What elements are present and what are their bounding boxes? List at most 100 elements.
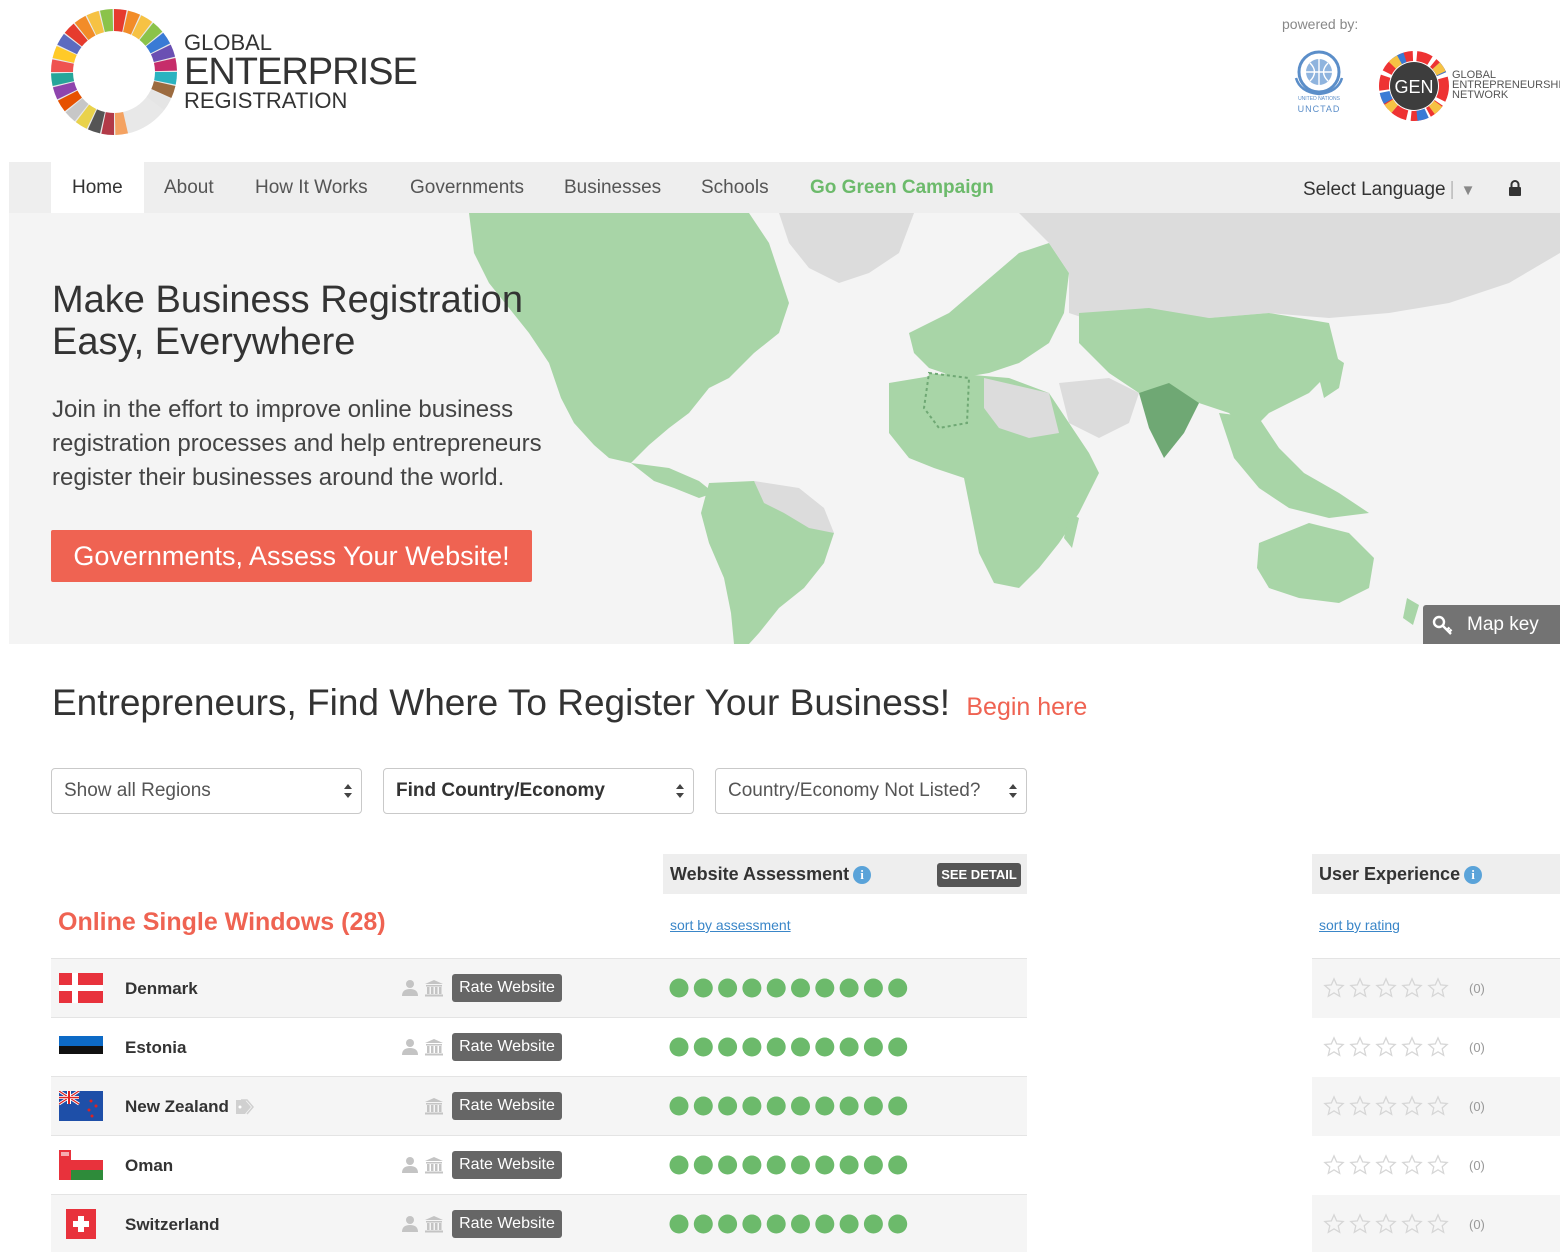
- assess-website-button[interactable]: Governments, Assess Your Website!: [51, 530, 532, 582]
- info-icon[interactable]: i: [853, 866, 872, 884]
- star-icon[interactable]: [1349, 977, 1371, 999]
- nav-how-it-works[interactable]: How It Works: [234, 162, 389, 213]
- star-icon[interactable]: [1349, 1095, 1371, 1117]
- site-logo[interactable]: GLOBAL ENTERPRISE REGISTRATION: [50, 8, 418, 138]
- rating-count: (0): [1469, 1158, 1485, 1173]
- begin-here-link[interactable]: Begin here: [966, 693, 1087, 721]
- assessment-dot: [815, 1214, 835, 1234]
- assessment-dot: [791, 978, 810, 998]
- assessment-dot: [791, 1155, 810, 1175]
- assessment-dot: [766, 1155, 786, 1175]
- star-icon[interactable]: [1401, 977, 1423, 999]
- map-key-button[interactable]: Map key: [1423, 605, 1560, 644]
- nav-governments[interactable]: Governments: [389, 162, 545, 213]
- star-icon[interactable]: [1349, 1213, 1371, 1235]
- star-icon[interactable]: [1375, 1213, 1397, 1235]
- nav-businesses[interactable]: Businesses: [543, 162, 682, 213]
- map-australia[interactable]: [1257, 523, 1374, 603]
- star-icon[interactable]: [1349, 1036, 1371, 1058]
- map-greenland[interactable]: [779, 213, 914, 283]
- logo-ring-segment: [51, 72, 75, 87]
- star-icon[interactable]: [1427, 1213, 1449, 1235]
- logo-ring-segment: [150, 44, 176, 63]
- assessment-dot: [888, 1037, 908, 1057]
- logo-ring-segment: [122, 10, 141, 35]
- assessment-dot: [815, 1037, 835, 1057]
- gen-logo[interactable]: GEN GLOBAL ENTREPRENEURSHIP NETWORK: [1378, 50, 1560, 122]
- unctad-logo[interactable]: UNITED NATIONS UNCTAD: [1286, 48, 1352, 128]
- country-select-value: Find Country/Economy: [396, 780, 605, 801]
- region-select[interactable]: Show all Regions: [51, 768, 362, 814]
- map-southeast-asia[interactable]: [1219, 413, 1369, 518]
- star-icon[interactable]: [1375, 1154, 1397, 1176]
- star-icon[interactable]: [1323, 1213, 1345, 1235]
- star-icon[interactable]: [1323, 1036, 1345, 1058]
- nav-about[interactable]: About: [143, 162, 235, 213]
- language-select[interactable]: Select Language | ▼: [1303, 162, 1475, 213]
- star-rating[interactable]: [1323, 1154, 1453, 1181]
- star-icon[interactable]: [1427, 1036, 1449, 1058]
- country-name[interactable]: Estonia: [125, 1018, 186, 1077]
- hero-title: Make Business Registration Easy, Everywh…: [52, 279, 612, 363]
- rate-website-button[interactable]: Rate Website: [452, 974, 562, 1002]
- star-icon[interactable]: [1401, 1154, 1423, 1176]
- assessment-dot: [815, 1155, 835, 1175]
- nav-schools[interactable]: Schools: [680, 162, 790, 213]
- rate-website-button[interactable]: Rate Website: [452, 1092, 562, 1120]
- star-icon[interactable]: [1401, 1213, 1423, 1235]
- star-rating[interactable]: [1323, 977, 1453, 1004]
- lock-icon[interactable]: [1505, 178, 1525, 198]
- country-name[interactable]: Denmark: [125, 959, 198, 1018]
- see-detail-button[interactable]: SEE DETAIL: [937, 863, 1021, 887]
- country-name[interactable]: Oman: [125, 1136, 173, 1195]
- info-icon[interactable]: i: [1464, 866, 1483, 884]
- flag-icon: [59, 1036, 103, 1060]
- star-icon[interactable]: [1427, 1154, 1449, 1176]
- main-nav: Home About How It Works Governments Busi…: [9, 162, 1560, 213]
- nav-home[interactable]: Home: [51, 162, 144, 213]
- star-icon[interactable]: [1375, 977, 1397, 999]
- country-name[interactable]: New Zealand: [125, 1077, 229, 1136]
- star-icon[interactable]: [1323, 977, 1345, 999]
- rate-website-button[interactable]: Rate Website: [452, 1151, 562, 1179]
- star-icon[interactable]: [1427, 1095, 1449, 1117]
- map-central-america[interactable]: [631, 463, 714, 498]
- nav-go-green-campaign[interactable]: Go Green Campaign: [789, 162, 1015, 213]
- unctad-label: UNCTAD: [1297, 104, 1341, 114]
- map-europe[interactable]: [909, 243, 1069, 378]
- star-rating[interactable]: [1323, 1213, 1453, 1240]
- sort-by-assessment-link[interactable]: sort by assessment: [670, 917, 791, 933]
- assessment-dot: [669, 1214, 689, 1234]
- country-select[interactable]: Find Country/Economy: [383, 768, 694, 814]
- assessment-dot: [742, 1096, 762, 1116]
- sort-by-rating-link[interactable]: sort by rating: [1319, 917, 1400, 933]
- assessment-dot: [718, 1037, 738, 1057]
- bank-icon: [424, 1156, 444, 1179]
- not-listed-select[interactable]: Country/Economy Not Listed?: [715, 768, 1027, 814]
- assessment-dot: [669, 1096, 689, 1116]
- country-name[interactable]: Switzerland: [125, 1195, 219, 1252]
- assessment-dot: [863, 1214, 883, 1234]
- star-icon[interactable]: [1375, 1095, 1397, 1117]
- map-new-zealand[interactable]: [1403, 598, 1419, 625]
- star-rating[interactable]: [1323, 1036, 1453, 1063]
- logo-ring-segment: [99, 9, 114, 33]
- rate-website-button[interactable]: Rate Website: [452, 1210, 562, 1238]
- logo-ring-segment: [64, 23, 88, 47]
- table-row: Estonia Rate Website (0): [51, 1018, 1560, 1077]
- flag-icon: [59, 973, 103, 1003]
- star-icon[interactable]: [1427, 977, 1449, 999]
- star-icon[interactable]: [1323, 1095, 1345, 1117]
- find-title-text: Entrepreneurs, Find Where To Register Yo…: [52, 682, 951, 723]
- star-icon[interactable]: [1323, 1154, 1345, 1176]
- star-icon[interactable]: [1375, 1036, 1397, 1058]
- rate-website-button[interactable]: Rate Website: [452, 1033, 562, 1061]
- star-icon[interactable]: [1349, 1154, 1371, 1176]
- map-russia[interactable]: [1019, 213, 1560, 323]
- star-icon[interactable]: [1401, 1036, 1423, 1058]
- user-experience-title: User Experience i: [1319, 854, 1483, 894]
- map-key-label: Map key: [1467, 614, 1539, 635]
- table-row: Switzerland Rate Website (0): [51, 1195, 1560, 1252]
- star-icon[interactable]: [1401, 1095, 1423, 1117]
- star-rating[interactable]: [1323, 1095, 1453, 1122]
